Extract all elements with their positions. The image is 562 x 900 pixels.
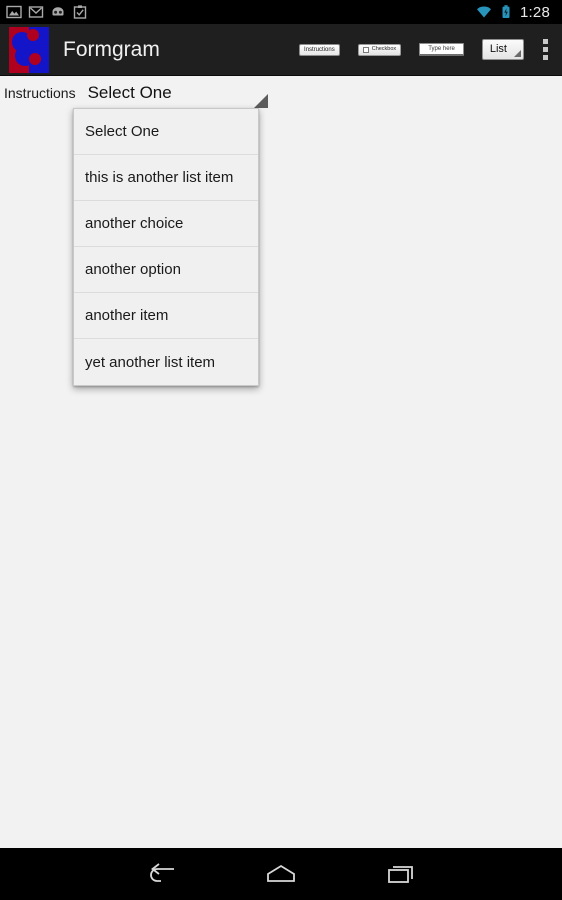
action-bar: Formgram Instructions Checkbox Type here… xyxy=(0,24,562,76)
formgram-logo-icon xyxy=(9,26,49,73)
form-row-instructions: Instructions Select One xyxy=(0,76,562,110)
spinner-triangle-icon xyxy=(514,49,521,57)
spinner-dropdown-popup: Select One this is another list item ano… xyxy=(73,108,259,386)
action-instructions-label: Instructions xyxy=(299,43,340,56)
recents-icon xyxy=(384,862,418,886)
form-field-label: Instructions xyxy=(4,85,76,101)
recents-button[interactable] xyxy=(341,848,461,900)
select-one-spinner[interactable]: Select One xyxy=(88,76,268,110)
battery-charging-icon xyxy=(498,4,514,20)
home-icon xyxy=(263,862,299,886)
status-notification-icons xyxy=(6,4,88,20)
list-item[interactable]: another option xyxy=(74,247,258,293)
action-text-field[interactable]: Type here xyxy=(410,24,473,76)
list-item-label: Select One xyxy=(85,123,160,140)
select-one-spinner-value: Select One xyxy=(87,83,172,102)
wifi-icon xyxy=(476,4,492,20)
list-item[interactable]: another item xyxy=(74,293,258,339)
list-item-label: this is another list item xyxy=(85,169,234,186)
navigation-bar xyxy=(0,848,562,900)
action-list-spinner-label: List xyxy=(489,43,507,56)
action-list-spinner[interactable]: List xyxy=(473,24,533,76)
app-title: Formgram xyxy=(63,37,160,61)
overflow-dot-icon xyxy=(543,47,548,52)
list-item[interactable]: Select One xyxy=(74,109,258,155)
gmail-icon xyxy=(28,4,44,20)
chevron-down-icon xyxy=(253,94,268,108)
list-item[interactable]: another choice xyxy=(74,201,258,247)
action-bar-items: Instructions Checkbox Type here List xyxy=(290,24,562,76)
list-item[interactable]: this is another list item xyxy=(74,155,258,201)
overflow-dot-icon xyxy=(543,55,548,60)
list-item-label: another choice xyxy=(85,215,184,232)
list-item-label: yet another list item xyxy=(85,353,216,371)
back-icon xyxy=(144,862,178,886)
image-icon xyxy=(6,4,22,20)
back-button[interactable] xyxy=(101,848,221,900)
list-item-label: another item xyxy=(85,307,169,324)
overflow-dot-icon xyxy=(543,39,548,44)
overflow-menu-button[interactable] xyxy=(533,24,562,76)
android-screen: 1:28 Formgram Instructions Checkbox Type… xyxy=(0,0,562,900)
status-system-icons: 1:28 xyxy=(476,4,556,21)
list-item[interactable]: yet another list item xyxy=(74,339,258,385)
action-instructions[interactable]: Instructions xyxy=(290,24,349,76)
status-clock: 1:28 xyxy=(520,3,550,21)
clipboard-check-icon xyxy=(72,4,88,20)
checkbox-box-icon[interactable] xyxy=(362,46,369,53)
action-checkbox-label: Checkbox xyxy=(371,45,397,52)
action-text-field-placeholder: Type here xyxy=(419,43,464,56)
home-button[interactable] xyxy=(221,848,341,900)
cyanogenmod-icon xyxy=(50,4,66,20)
list-item-label: another option xyxy=(85,261,181,278)
status-bar: 1:28 xyxy=(0,0,562,24)
action-checkbox[interactable]: Checkbox xyxy=(349,24,410,76)
